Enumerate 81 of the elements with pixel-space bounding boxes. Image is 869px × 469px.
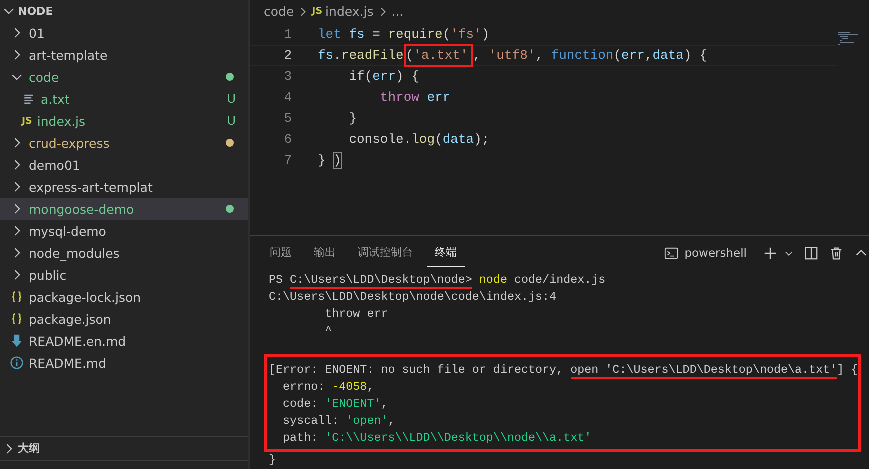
terminal-line: syscall: 'open', xyxy=(282,413,396,430)
tree-item[interactable]: README.md xyxy=(0,352,248,374)
file-name: README.md xyxy=(29,356,108,370)
panel-tab[interactable]: 问题 xyxy=(262,239,300,267)
line-number: 6 xyxy=(283,132,292,147)
trash-icon[interactable] xyxy=(829,246,844,260)
line-number: 2 xyxy=(283,48,292,63)
breadcrumb-folder[interactable]: code xyxy=(264,4,294,20)
code-text: console.log(data); xyxy=(348,132,490,147)
tree-item[interactable]: code xyxy=(0,66,248,88)
terminal-line: errno: -4058, xyxy=(282,379,376,396)
tree-item[interactable]: crud-express xyxy=(0,132,248,154)
outline-header[interactable]: 大纲 xyxy=(0,436,248,460)
tree-item[interactable]: mongoose-demo xyxy=(0,198,248,220)
code-text: if(err) { xyxy=(348,68,420,84)
terminal-line: PS C:\Users\LDD\Desktop\node> node code/index.js xyxy=(269,272,607,289)
download-arrow-icon xyxy=(10,334,24,348)
terminal-icon xyxy=(664,246,679,260)
panel-tab[interactable]: 输出 xyxy=(306,239,344,267)
terminal-line: path: 'C:\\Users\\LDD\\Desktop\\node\\a.txt' xyxy=(282,430,593,447)
code-text: let fs = require('fs') xyxy=(318,26,490,42)
file-name: demo01 xyxy=(29,158,82,172)
terminal-name[interactable]: powershell xyxy=(684,246,747,260)
breadcrumb-file[interactable]: index.js xyxy=(326,4,374,20)
terminal-line: throw err xyxy=(324,306,390,323)
file-name: code xyxy=(29,70,60,84)
tree-item[interactable]: 01 xyxy=(0,22,248,44)
panel-tab[interactable]: 终端 xyxy=(427,239,465,267)
file-name: mysql-demo xyxy=(29,224,108,238)
tree-item[interactable]: JS index.js U xyxy=(0,110,248,132)
file-name: mongoose-demo xyxy=(29,202,136,216)
js-file-icon: JS xyxy=(312,6,323,18)
file-name: public xyxy=(29,268,68,282)
tree-item[interactable]: package-lock.json xyxy=(0,286,248,308)
tree-item[interactable]: node_modules xyxy=(0,242,248,264)
tree-item[interactable]: package.json xyxy=(0,308,248,330)
panel-tab[interactable]: 调试控制台 xyxy=(350,239,421,267)
code-text: } xyxy=(348,110,358,126)
terminal-line: C:\Users\LDD\Desktop\node\code\index.js:4 xyxy=(269,289,558,306)
line-number: 1 xyxy=(283,26,292,42)
tree-item[interactable]: art-template xyxy=(0,44,248,66)
terminal-line: [Error: ENOENT: no such file or directory, open 'C:\Users\LDD\Desktop\node\a.txt'] { xyxy=(269,362,858,379)
tree-item[interactable]: a.txt U xyxy=(0,88,248,110)
file-name: index.js xyxy=(37,114,87,128)
tree-item[interactable]: public xyxy=(0,264,248,286)
tree-item[interactable]: express-art-templat xyxy=(0,176,248,198)
tree-item[interactable]: README.en.md xyxy=(0,330,248,352)
terminal-line: ^ xyxy=(324,323,334,340)
code-text: throw err xyxy=(379,90,451,105)
file-name: package-lock.json xyxy=(29,290,142,304)
file-name: README.en.md xyxy=(29,334,128,348)
terminal-line: } xyxy=(269,452,278,469)
tree-item[interactable]: mysql-demo xyxy=(0,220,248,242)
terminal-line: code: 'ENOENT', xyxy=(282,396,390,413)
braces-icon xyxy=(10,312,24,326)
tree-item[interactable]: demo01 xyxy=(0,154,248,176)
file-name: crud-express xyxy=(29,136,111,150)
file-name: 01 xyxy=(29,26,46,40)
info-icon xyxy=(10,356,24,370)
split-icon[interactable] xyxy=(804,246,819,260)
status-label: U xyxy=(227,92,236,106)
braces-icon xyxy=(10,290,24,304)
file-name: a.txt xyxy=(41,92,71,106)
js-file-icon: JS xyxy=(22,116,32,126)
folder-title: NODE xyxy=(18,4,54,18)
file-name: node_modules xyxy=(29,246,121,260)
line-number: 7 xyxy=(283,152,292,168)
outline-title: 大纲 xyxy=(18,441,40,456)
file-name: package.json xyxy=(29,312,112,326)
file-name: express-art-templat xyxy=(29,180,154,194)
status-label: U xyxy=(227,114,236,128)
minimap-drawing xyxy=(837,32,859,45)
file-name: art-template xyxy=(29,48,109,62)
code-text: } ) xyxy=(318,152,342,168)
line-number: 4 xyxy=(283,90,292,105)
plus-icon[interactable] xyxy=(763,246,778,260)
breadcrumb-more[interactable]: ... xyxy=(392,4,404,20)
line-number: 3 xyxy=(283,68,292,84)
explorer-header[interactable]: NODE xyxy=(0,0,248,22)
text-file-icon xyxy=(22,92,36,106)
line-number: 5 xyxy=(283,110,292,126)
